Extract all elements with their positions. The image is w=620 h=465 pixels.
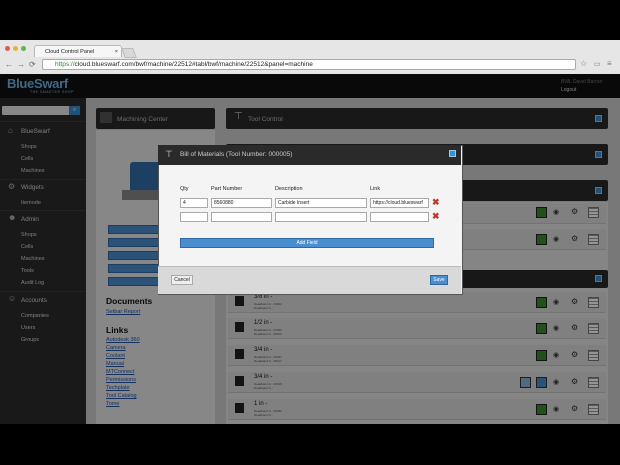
forward-icon[interactable]: →: [17, 59, 25, 70]
description-field[interactable]: [275, 212, 367, 222]
modal-footer: [158, 266, 461, 294]
link-field[interactable]: [370, 212, 429, 222]
qty-field[interactable]: [180, 212, 208, 222]
reload-icon[interactable]: ⟳: [29, 59, 36, 70]
description-field[interactable]: Carbide Insert: [275, 198, 367, 208]
tab-title: Cloud Control Panel: [45, 49, 95, 55]
window-minimize-icon[interactable]: [13, 46, 18, 51]
qty-field[interactable]: 4: [180, 198, 208, 208]
menu-icon[interactable]: ≡: [607, 59, 612, 68]
back-icon[interactable]: ←: [5, 59, 13, 70]
save-button[interactable]: Save: [430, 275, 448, 285]
url-text: cloud.blueswarf.com/bwf/machine/22512#ta…: [74, 61, 313, 68]
address-bar[interactable]: https://cloud.blueswarf.com/bwf/machine/…: [42, 59, 576, 70]
column-header-link: Link: [370, 186, 381, 192]
part-number-field[interactable]: 8560880: [211, 198, 272, 208]
star-icon[interactable]: ☆: [580, 59, 587, 68]
url-scheme: https://: [55, 61, 75, 68]
add-field-button[interactable]: Add Field: [180, 238, 434, 248]
cancel-button[interactable]: Cancel: [171, 275, 193, 285]
delete-row-icon[interactable]: ✖: [432, 197, 440, 208]
browser-tab[interactable]: Cloud Control Panel ×: [34, 45, 122, 57]
column-header-part-number: Part Number: [211, 186, 243, 192]
link-field[interactable]: https://cloud.blueswarf: [370, 198, 429, 208]
modal-title: Bill of Materials (Tool Number: 000005): [180, 151, 293, 158]
tab-close-icon[interactable]: ×: [115, 46, 118, 57]
tool-icon: ⊤: [165, 149, 173, 159]
column-header-qty: Qty: [180, 186, 189, 192]
window-maximize-icon[interactable]: [21, 46, 26, 51]
delete-row-icon[interactable]: ✖: [432, 211, 440, 222]
part-number-field[interactable]: [211, 212, 272, 222]
minimize-icon[interactable]: [449, 150, 456, 157]
column-header-description: Description: [275, 186, 303, 192]
window-close-icon[interactable]: [5, 46, 10, 51]
cast-icon[interactable]: ▭: [594, 60, 601, 68]
